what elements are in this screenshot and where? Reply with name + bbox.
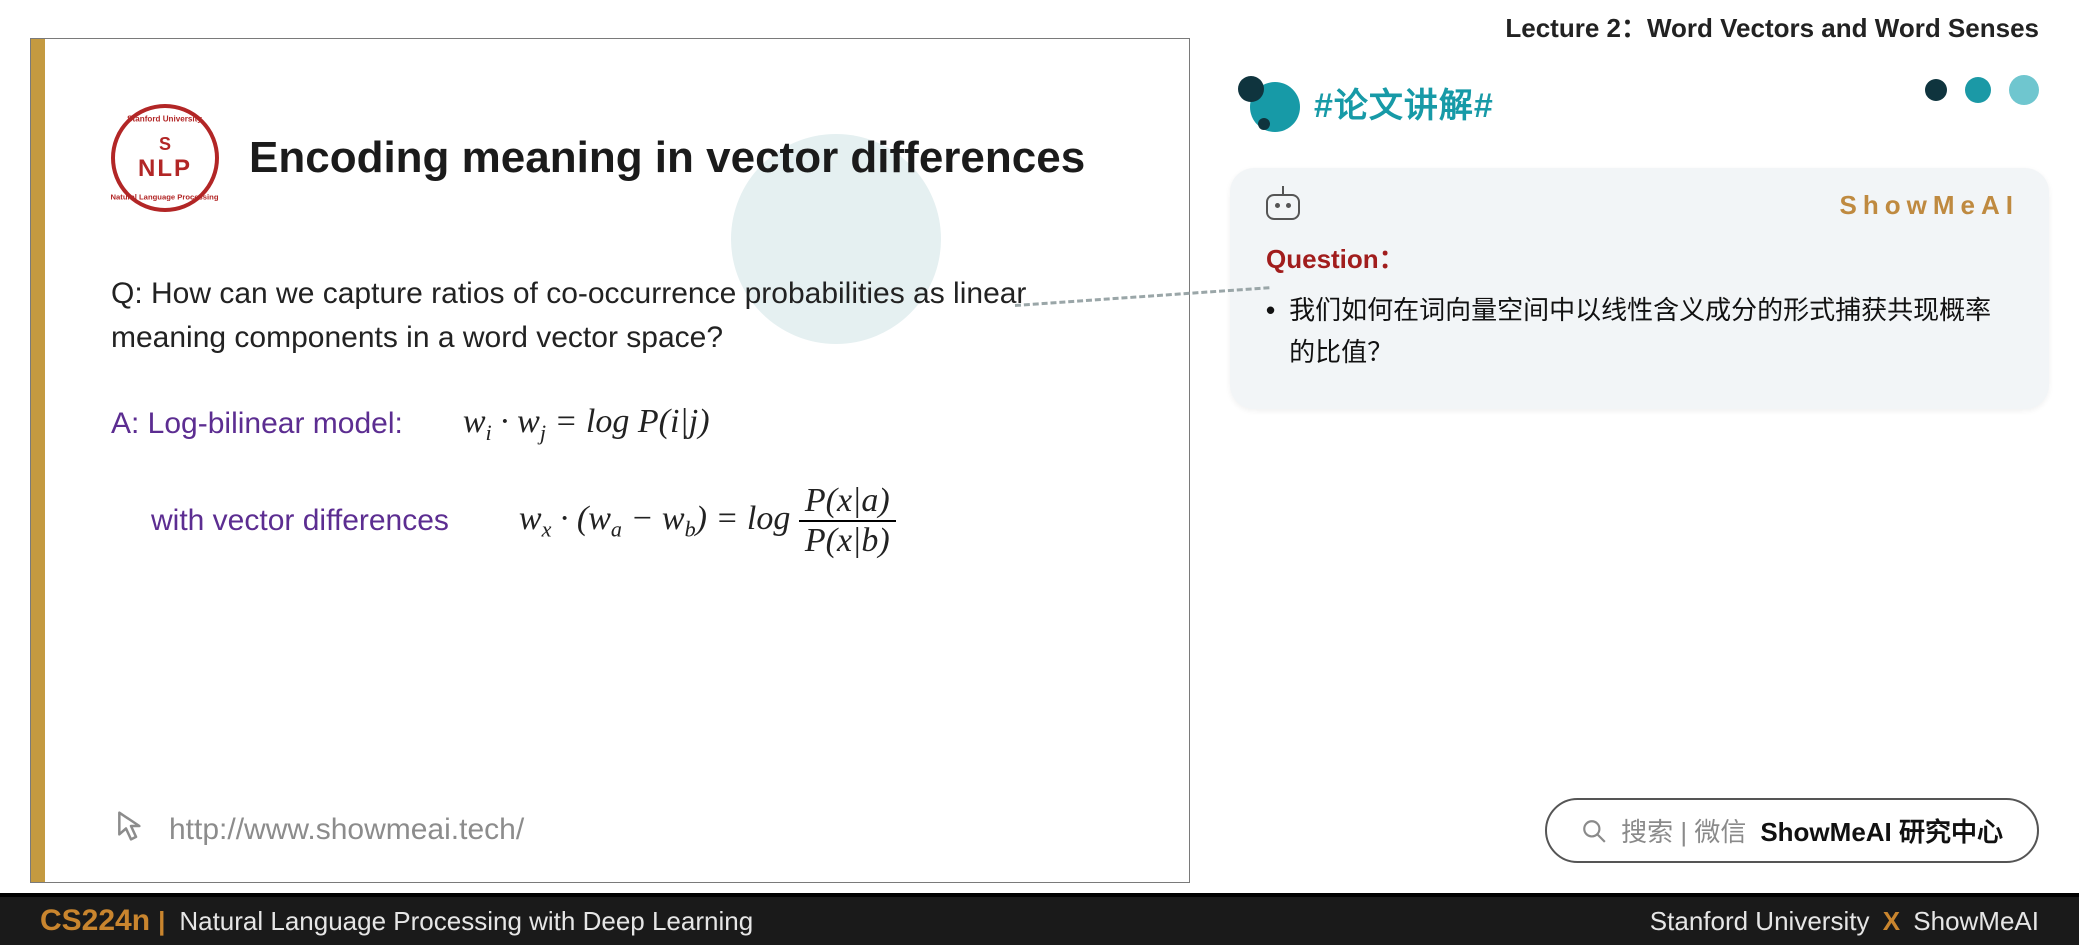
note-card: ShowMeAI Question： • 我们如何在词向量空间中以线性含义成分的… (1230, 168, 2049, 409)
search-hint: 搜索 | 微信 (1621, 812, 1746, 849)
course-code: CS224n (40, 904, 150, 938)
note-bullet: • 我们如何在词向量空间中以线性含义成分的形式捕获共现概率的比值？ (1266, 290, 2013, 373)
note-bullet-text: 我们如何在词向量空间中以线性含义成分的形式捕获共现概率的比值？ (1289, 290, 2013, 373)
section-title: #论文讲解# (1314, 78, 1494, 127)
stanford-nlp-logo: Stanford University S NLP Natural Langua… (111, 104, 219, 212)
bottom-bar: CS224n | Natural Language Processing wit… (0, 893, 2079, 945)
brand-name: ShowMeAI (1913, 906, 2039, 936)
dot-icon (2009, 75, 2039, 105)
slide-panel: Stanford University S NLP Natural Langua… (30, 38, 1190, 883)
note-question-label: Question： (1266, 239, 2013, 276)
logo-bottom-arc: Natural Language Processing (111, 193, 219, 202)
section-badge-icon (1230, 76, 1300, 128)
decorative-dots (1925, 75, 2039, 105)
dot-icon (1965, 77, 1991, 103)
logo-top-arc: Stanford University (128, 115, 203, 124)
pipe-separator: | (158, 906, 165, 937)
note-brand: ShowMeAI (1840, 190, 2019, 221)
course-name: Natural Language Processing with Deep Le… (179, 906, 753, 937)
with-vector-diff-label: with vector differences (151, 504, 449, 538)
slide-footer-url: http://www.showmeai.tech/ (169, 813, 524, 847)
robot-icon (1266, 194, 1300, 220)
dot-icon (1925, 79, 1947, 101)
cursor-icon (111, 806, 151, 854)
slide-question: Q: How can we capture ratios of co-occur… (111, 272, 1119, 359)
uni-name: Stanford University (1650, 906, 1870, 936)
logo-nlp: NLP (138, 157, 192, 181)
search-icon (1581, 818, 1607, 844)
bottom-right: Stanford University X ShowMeAI (1650, 906, 2039, 937)
slide-title: Encoding meaning in vector differences (249, 133, 1085, 183)
logo-letter: S (159, 135, 171, 153)
x-separator: X (1877, 906, 1906, 936)
search-bold: ShowMeAI 研究中心 (1760, 812, 2003, 849)
bullet-dot-icon: • (1266, 290, 1275, 373)
search-pill[interactable]: 搜索 | 微信 ShowMeAI 研究中心 (1545, 798, 2039, 863)
answer-label: A: Log-bilinear model: (111, 407, 403, 441)
formula-log-bilinear: wi · wj = log P(i|j) (463, 403, 710, 446)
formula-vector-diff: wx · (wa − wb) = log P(x|a)P(x|b) (519, 482, 896, 560)
annotation-column: #论文讲解# ShowMeAI Question： • 我们如何在词向量空间中以… (1230, 20, 2049, 883)
